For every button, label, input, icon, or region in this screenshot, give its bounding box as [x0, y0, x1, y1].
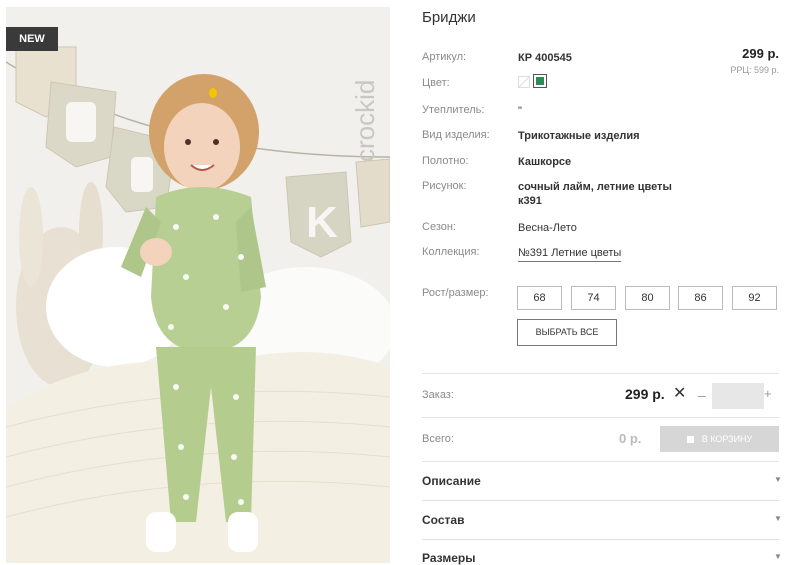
quantity-increase-button[interactable]: +	[764, 386, 772, 401]
divider	[422, 461, 779, 462]
size-button-74[interactable]: 74	[571, 286, 616, 310]
spec-label: Сезон:	[422, 221, 456, 233]
select-all-button[interactable]: ВЫБРАТЬ ВСЕ	[517, 319, 617, 346]
product-title: Бриджи	[422, 9, 476, 26]
remove-order-icon[interactable]: ✕	[673, 383, 686, 403]
product-image: K crockid	[6, 7, 390, 563]
size-button-92[interactable]: 92	[732, 286, 777, 310]
size-label: Рост/размер:	[422, 287, 489, 299]
spec-value: КР 400545	[518, 52, 572, 64]
quantity-input[interactable]	[712, 383, 764, 409]
cart-icon	[686, 436, 694, 443]
spec-label: Полотно:	[422, 155, 469, 167]
new-badge: NEW	[6, 27, 58, 51]
spec-label: Утеплитель:	[422, 104, 485, 116]
color-swatch-green[interactable]	[533, 74, 547, 88]
order-price: 299 р.	[625, 386, 665, 402]
spec-label: Коллекция:	[422, 246, 480, 258]
accordion-composition[interactable]: Состав	[422, 513, 464, 527]
quantity-decrease-button[interactable]: –	[698, 387, 706, 403]
size-button-80[interactable]: 80	[625, 286, 670, 310]
spec-label: Артикул:	[422, 51, 467, 63]
divider	[422, 373, 779, 374]
spec-value: сочный лайм, летние цветы	[518, 181, 672, 193]
svg-text:K: K	[306, 198, 338, 247]
chevron-down-icon[interactable]: ▼	[774, 552, 782, 561]
spec-value: Кашкорсе	[518, 156, 572, 168]
brand-watermark: crockid	[350, 80, 380, 162]
size-button-86[interactable]: 86	[678, 286, 723, 310]
spec-value: Трикотажные изделия	[518, 130, 640, 142]
chevron-down-icon[interactable]: ▼	[774, 475, 782, 484]
product-price: 299 р.	[742, 46, 779, 61]
spec-value-line2: к391	[518, 195, 542, 207]
accordion-description[interactable]: Описание	[422, 474, 481, 488]
spec-value: "	[518, 105, 522, 117]
order-label: Заказ:	[422, 389, 454, 401]
cart-button-label: В КОРЗИНУ	[701, 434, 753, 444]
size-button-68[interactable]: 68	[517, 286, 562, 310]
total-label: Всего:	[422, 433, 454, 445]
divider	[422, 539, 779, 540]
collection-link[interactable]: №391 Летние цветы	[518, 247, 622, 262]
chevron-down-icon[interactable]: ▼	[774, 514, 782, 523]
spec-label: Рисунок:	[422, 180, 467, 192]
product-photo[interactable]: K crockid NEW	[6, 7, 390, 563]
spec-value: Весна-Лето	[518, 222, 577, 234]
recommended-price: РРЦ: 599 р.	[730, 65, 779, 75]
spec-label: Вид изделия:	[422, 129, 490, 141]
total-value: 0 р.	[619, 431, 642, 446]
divider	[422, 417, 779, 418]
spec-label: Цвет:	[422, 77, 450, 89]
divider	[422, 500, 779, 501]
add-to-cart-button[interactable]: В КОРЗИНУ	[660, 426, 779, 452]
unavailable-color-swatch	[518, 76, 530, 88]
